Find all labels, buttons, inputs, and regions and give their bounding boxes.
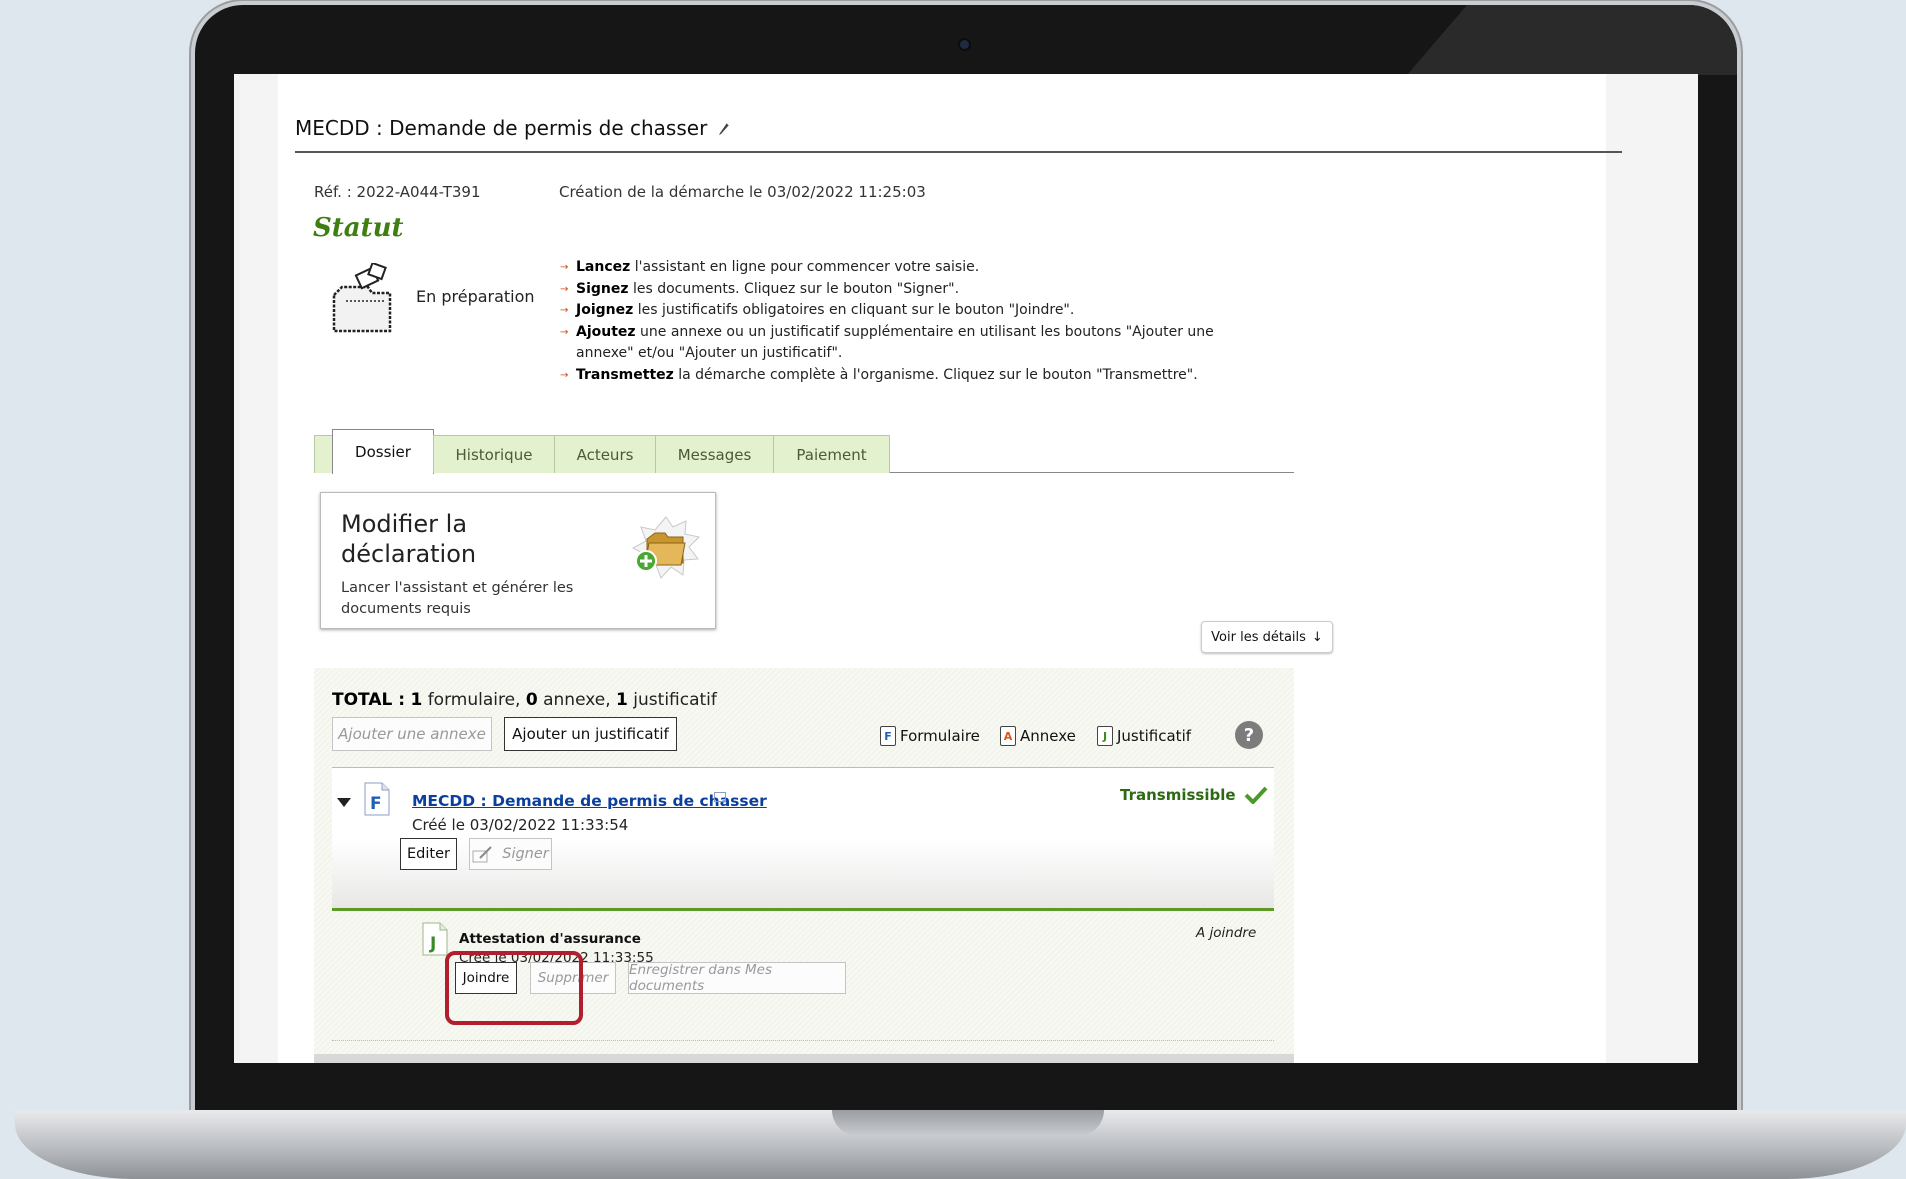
instruction-item: Lancez l'assistant en ligne pour commenc… <box>560 257 1260 279</box>
dotted-divider <box>332 1040 1274 1041</box>
camera-icon <box>960 40 969 49</box>
instruction-item: Ajoutez une annexe ou un justificatif su… <box>560 322 1260 365</box>
document-created: Créé le 03/02/2022 11:33:54 <box>412 816 629 834</box>
add-justificatif-button[interactable]: Ajouter un justificatif <box>504 717 677 751</box>
tab-historique[interactable]: Historique <box>433 435 555 473</box>
laptop-notch <box>832 1110 1104 1136</box>
legend-label: Justificatif <box>1117 727 1192 745</box>
tab-spacer <box>314 435 334 473</box>
collapse-triangle-icon[interactable] <box>337 798 351 807</box>
instruction-item: Transmettez la démarche complète à l'org… <box>560 365 1260 387</box>
statut-heading: Statut <box>313 213 404 243</box>
card-subtitle: Lancer l'assistant et générer les docume… <box>341 580 574 617</box>
folder-status-icon <box>332 263 392 333</box>
tab-bar: Dossier Historique Acteurs Messages Paie… <box>314 429 1294 474</box>
edit-button[interactable]: Editer <box>400 838 457 870</box>
status-value: En préparation <box>416 287 535 306</box>
legend-label: Annexe <box>1020 727 1076 745</box>
panel-bottom-band <box>314 1054 1294 1063</box>
tab-acteurs[interactable]: Acteurs <box>554 435 656 473</box>
pencil-icon[interactable] <box>717 120 731 136</box>
green-separator <box>332 908 1274 911</box>
view-details-label: Voir les détails <box>1211 629 1306 645</box>
legend-justificatif: J Justificatif <box>1097 726 1191 746</box>
total-summary: TOTAL : 1 formulaire, 0 annexe, 1 justif… <box>332 690 717 710</box>
legend-formulaire: F Formulaire <box>880 726 980 746</box>
sign-label: Signer <box>502 846 549 862</box>
add-annexe-button[interactable]: Ajouter une annexe <box>332 717 492 751</box>
add-folder-icon <box>631 516 701 579</box>
annexe-icon: A <box>1000 726 1016 746</box>
document-status: Transmissible <box>1120 786 1268 804</box>
web-page: MECDD : Demande de permis de chasser Réf… <box>278 74 1622 1063</box>
formulaire-icon: F <box>880 726 896 746</box>
formulaire-document-icon: F <box>364 782 390 816</box>
checkmark-icon <box>1244 786 1268 804</box>
legend-annexe: A Annexe <box>1000 726 1076 746</box>
title-divider <box>295 151 1622 153</box>
svg-text:J: J <box>429 934 436 954</box>
laptop-bezel: MECDD : Demande de permis de chasser Réf… <box>195 5 1737 1125</box>
instruction-list: Lancez l'assistant en ligne pour commenc… <box>560 257 1260 386</box>
signature-icon <box>472 846 492 863</box>
bezel-glare <box>1407 5 1737 75</box>
card-title: Modifier la déclaration <box>341 510 477 568</box>
justificatif-document-icon: J <box>422 922 448 956</box>
creation-date: Création de la démarche le 03/02/2022 11… <box>559 183 926 201</box>
page-title: MECDD : Demande de permis de chasser <box>295 116 731 140</box>
tab-dossier[interactable]: Dossier <box>332 429 434 474</box>
status-label: Transmissible <box>1120 786 1236 804</box>
tab-messages[interactable]: Messages <box>655 435 774 473</box>
window-icon[interactable] <box>714 792 726 802</box>
help-icon[interactable]: ? <box>1235 721 1263 749</box>
view-details-button[interactable]: Voir les détails ↓ <box>1201 621 1333 653</box>
document-row: F MECDD : Demande de permis de chasser C… <box>332 768 1274 908</box>
tab-paiement[interactable]: Paiement <box>773 435 890 473</box>
attachment-status: A joindre <box>1196 925 1257 941</box>
sign-button[interactable]: Signer <box>469 838 552 870</box>
arrow-down-icon: ↓ <box>1311 629 1323 645</box>
instruction-item: Joignez les justificatifs obligatoires e… <box>560 300 1260 322</box>
save-to-documents-button[interactable]: Enregistrer dans Mes documents <box>628 962 846 994</box>
legend-label: Formulaire <box>900 727 980 745</box>
page-title-text: MECDD : Demande de permis de chasser <box>295 116 708 140</box>
laptop-screen: MECDD : Demande de permis de chasser Réf… <box>234 74 1698 1063</box>
instruction-item: Signez les documents. Cliquez sur le bou… <box>560 279 1260 301</box>
reference: Réf. : 2022-A044-T391 <box>314 183 481 201</box>
attachment-title: Attestation d'assurance <box>459 931 641 947</box>
justificatif-icon: J <box>1097 726 1113 746</box>
svg-text:F: F <box>370 794 382 814</box>
modify-declaration-card[interactable]: Modifier la déclaration Lancer l'assista… <box>320 492 716 629</box>
highlight-annotation <box>445 951 583 1025</box>
documents-panel: TOTAL : 1 formulaire, 0 annexe, 1 justif… <box>314 668 1294 1063</box>
